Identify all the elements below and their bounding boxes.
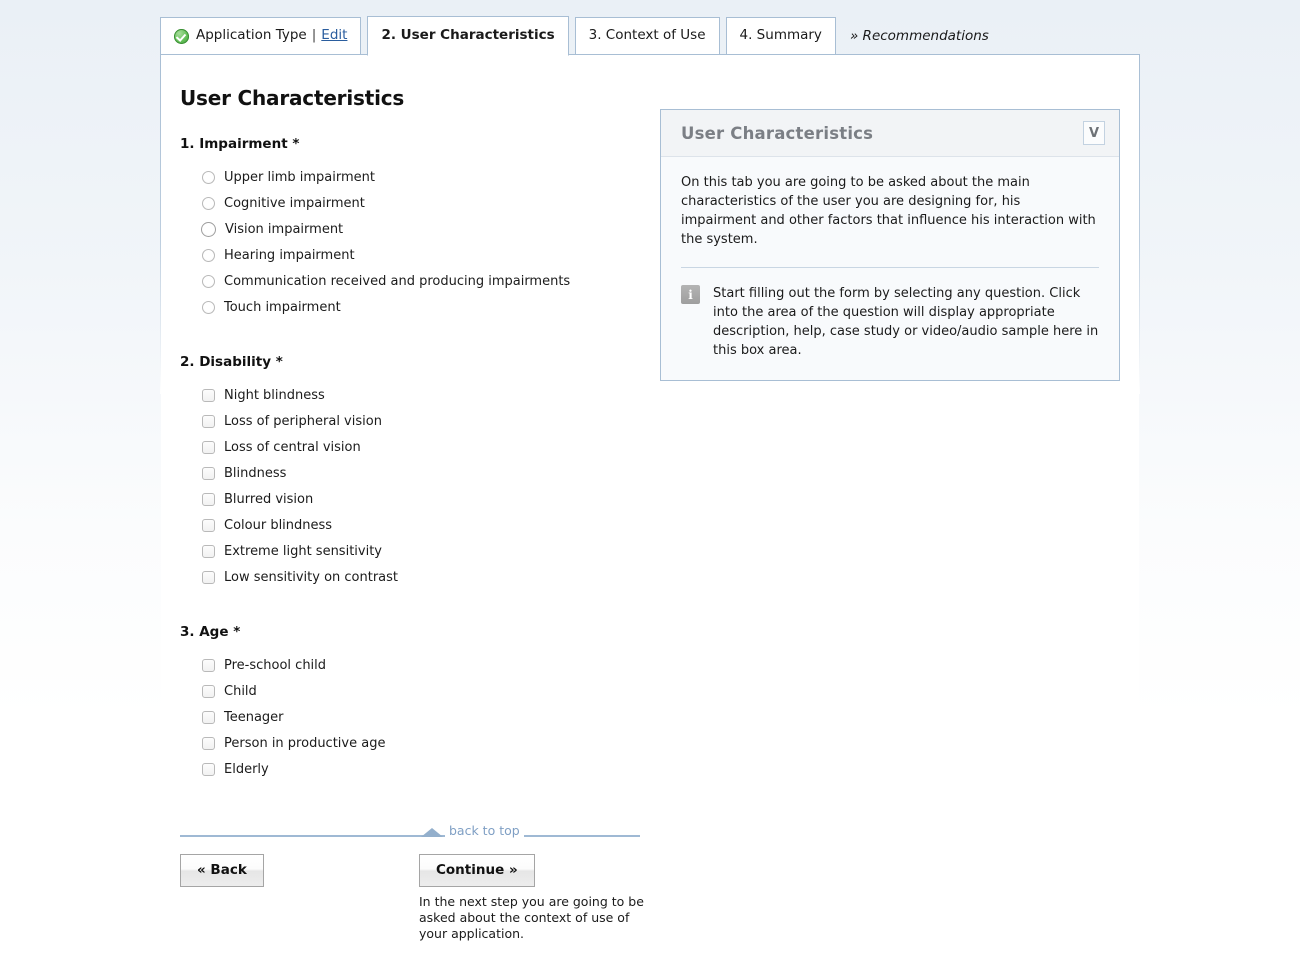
tab-separator: | [311,27,317,44]
info-panel: User Characteristics V On this tab you a… [660,109,1120,381]
chevron-down-icon[interactable]: V [1083,121,1105,145]
option-extreme-light-sensitivity[interactable]: Extreme light sensitivity [180,538,398,564]
option-label: Pre-school child [224,657,327,673]
option-label: Blurred vision [224,491,314,507]
info-panel-header: User Characteristics V [661,110,1119,157]
option-label: Night blindness [224,387,325,403]
checkbox-extreme-light-sensitivity[interactable] [202,544,215,558]
radio-hearing-impairment[interactable] [202,248,215,262]
question-impairment-title: 1. Impairment * [180,136,300,152]
radio-upper-limb-impairment[interactable] [202,170,215,184]
tab-application-type-label: Application Type [196,27,307,44]
radio-communication-impairments[interactable] [202,274,215,288]
question-disability: 2. Disability * Night blindness Loss of … [180,354,398,590]
option-label: Blindness [224,465,287,481]
info-panel-title: User Characteristics [681,123,874,143]
form-area: User Characteristics 1. Impairment * Upp… [0,54,1300,960]
option-child[interactable]: Child [180,678,385,704]
checkbox-low-sensitivity-on-contrast[interactable] [202,570,215,584]
option-label: Vision impairment [225,221,344,237]
back-button[interactable]: « Back [180,854,264,887]
page-title: User Characteristics [180,86,405,110]
age-option-list: Pre-school child Child Teenager Person i… [180,652,385,782]
option-label: Communication received and producing imp… [224,273,571,289]
option-vision-impairment[interactable]: Vision impairment [180,216,570,242]
tab-user-characteristics[interactable]: 2. User Characteristics [367,16,569,56]
tab-recommendations-link[interactable]: » Recommendations [842,17,995,55]
option-person-in-productive-age[interactable]: Person in productive age [180,730,385,756]
radio-cognitive-impairment[interactable] [202,196,215,210]
option-label: Upper limb impairment [224,169,375,185]
option-cognitive-impairment[interactable]: Cognitive impairment [180,190,570,216]
info-icon: i [681,285,700,304]
option-label: Child [224,683,257,699]
option-label: Touch impairment [224,299,341,315]
checkbox-blindness[interactable] [202,466,215,480]
option-pre-school-child[interactable]: Pre-school child [180,652,385,678]
checkbox-loss-of-central-vision[interactable] [202,440,215,454]
option-night-blindness[interactable]: Night blindness [180,382,398,408]
checkbox-colour-blindness[interactable] [202,518,215,532]
checkbox-loss-of-peripheral-vision[interactable] [202,414,215,428]
option-colour-blindness[interactable]: Colour blindness [180,512,398,538]
horizontal-rule [180,835,640,837]
checkbox-person-in-productive-age[interactable] [202,736,215,750]
checkbox-blurred-vision[interactable] [202,492,215,506]
checkbox-elderly[interactable] [202,762,215,776]
option-label: Hearing impairment [224,247,355,263]
option-label: Elderly [224,761,269,777]
check-circle-icon [174,28,189,44]
option-loss-of-peripheral-vision[interactable]: Loss of peripheral vision [180,408,398,434]
checkbox-pre-school-child[interactable] [202,658,215,672]
option-low-sensitivity-on-contrast[interactable]: Low sensitivity on contrast [180,564,398,590]
tab-summary-label: 4. Summary [739,27,822,44]
back-to-top-link[interactable]: back to top [445,823,524,838]
tab-application-type-edit-link[interactable]: Edit [321,29,347,43]
option-touch-impairment[interactable]: Touch impairment [180,294,570,320]
next-step-note: In the next step you are going to be ask… [419,894,644,941]
tab-context-of-use[interactable]: 3. Context of Use [574,17,720,55]
option-label: Low sensitivity on contrast [224,569,399,585]
continue-button[interactable]: Continue » [419,854,535,887]
disability-option-list: Night blindness Loss of peripheral visio… [180,382,398,590]
impairment-option-list: Upper limb impairment Cognitive impairme… [180,164,570,320]
option-label: Extreme light sensitivity [224,543,382,559]
radio-touch-impairment[interactable] [202,300,215,314]
question-age: 3. Age * Pre-school child Child Teenager… [180,624,385,782]
back-to-top-bar: back to top [180,823,640,842]
option-loss-of-central-vision[interactable]: Loss of central vision [180,434,398,460]
option-label: Teenager [224,709,284,725]
tab-user-characteristics-label: 2. User Characteristics [381,27,555,44]
checkbox-teenager[interactable] [202,710,215,724]
radio-vision-impairment[interactable] [201,221,216,237]
option-blindness[interactable]: Blindness [180,460,398,486]
tab-application-type[interactable]: Application Type | Edit [160,17,362,55]
option-hearing-impairment[interactable]: Hearing impairment [180,242,570,268]
info-panel-body: On this tab you are going to be asked ab… [661,157,1119,380]
info-panel-hint-text: Start filling out the form by selecting … [713,286,1099,358]
question-impairment: 1. Impairment * Upper limb impairment Co… [180,136,570,320]
option-communication-impairments[interactable]: Communication received and producing imp… [180,268,570,294]
option-blurred-vision[interactable]: Blurred vision [180,486,398,512]
option-label: Loss of central vision [224,439,361,455]
triangle-up-icon [421,828,443,837]
page-root: Application Type | Edit 2. User Characte… [0,0,1300,960]
info-panel-description: On this tab you are going to be asked ab… [681,175,1096,247]
wizard-tab-bar: Application Type | Edit 2. User Characte… [160,15,995,56]
option-label: Loss of peripheral vision [224,413,382,429]
info-panel-divider [681,267,1099,268]
checkbox-child[interactable] [202,684,215,698]
option-label: Person in productive age [224,735,386,751]
option-label: Cognitive impairment [224,195,365,211]
option-teenager[interactable]: Teenager [180,704,385,730]
option-upper-limb-impairment[interactable]: Upper limb impairment [180,164,570,190]
tab-summary[interactable]: 4. Summary [725,17,836,55]
option-elderly[interactable]: Elderly [180,756,385,782]
info-panel-hint-row: i Start filling out the form by selectin… [681,284,1099,360]
option-label: Colour blindness [224,517,333,533]
tab-context-of-use-label: 3. Context of Use [588,27,706,44]
question-disability-title: 2. Disability * [180,354,283,370]
checkbox-night-blindness[interactable] [202,388,215,402]
question-age-title: 3. Age * [180,624,241,640]
